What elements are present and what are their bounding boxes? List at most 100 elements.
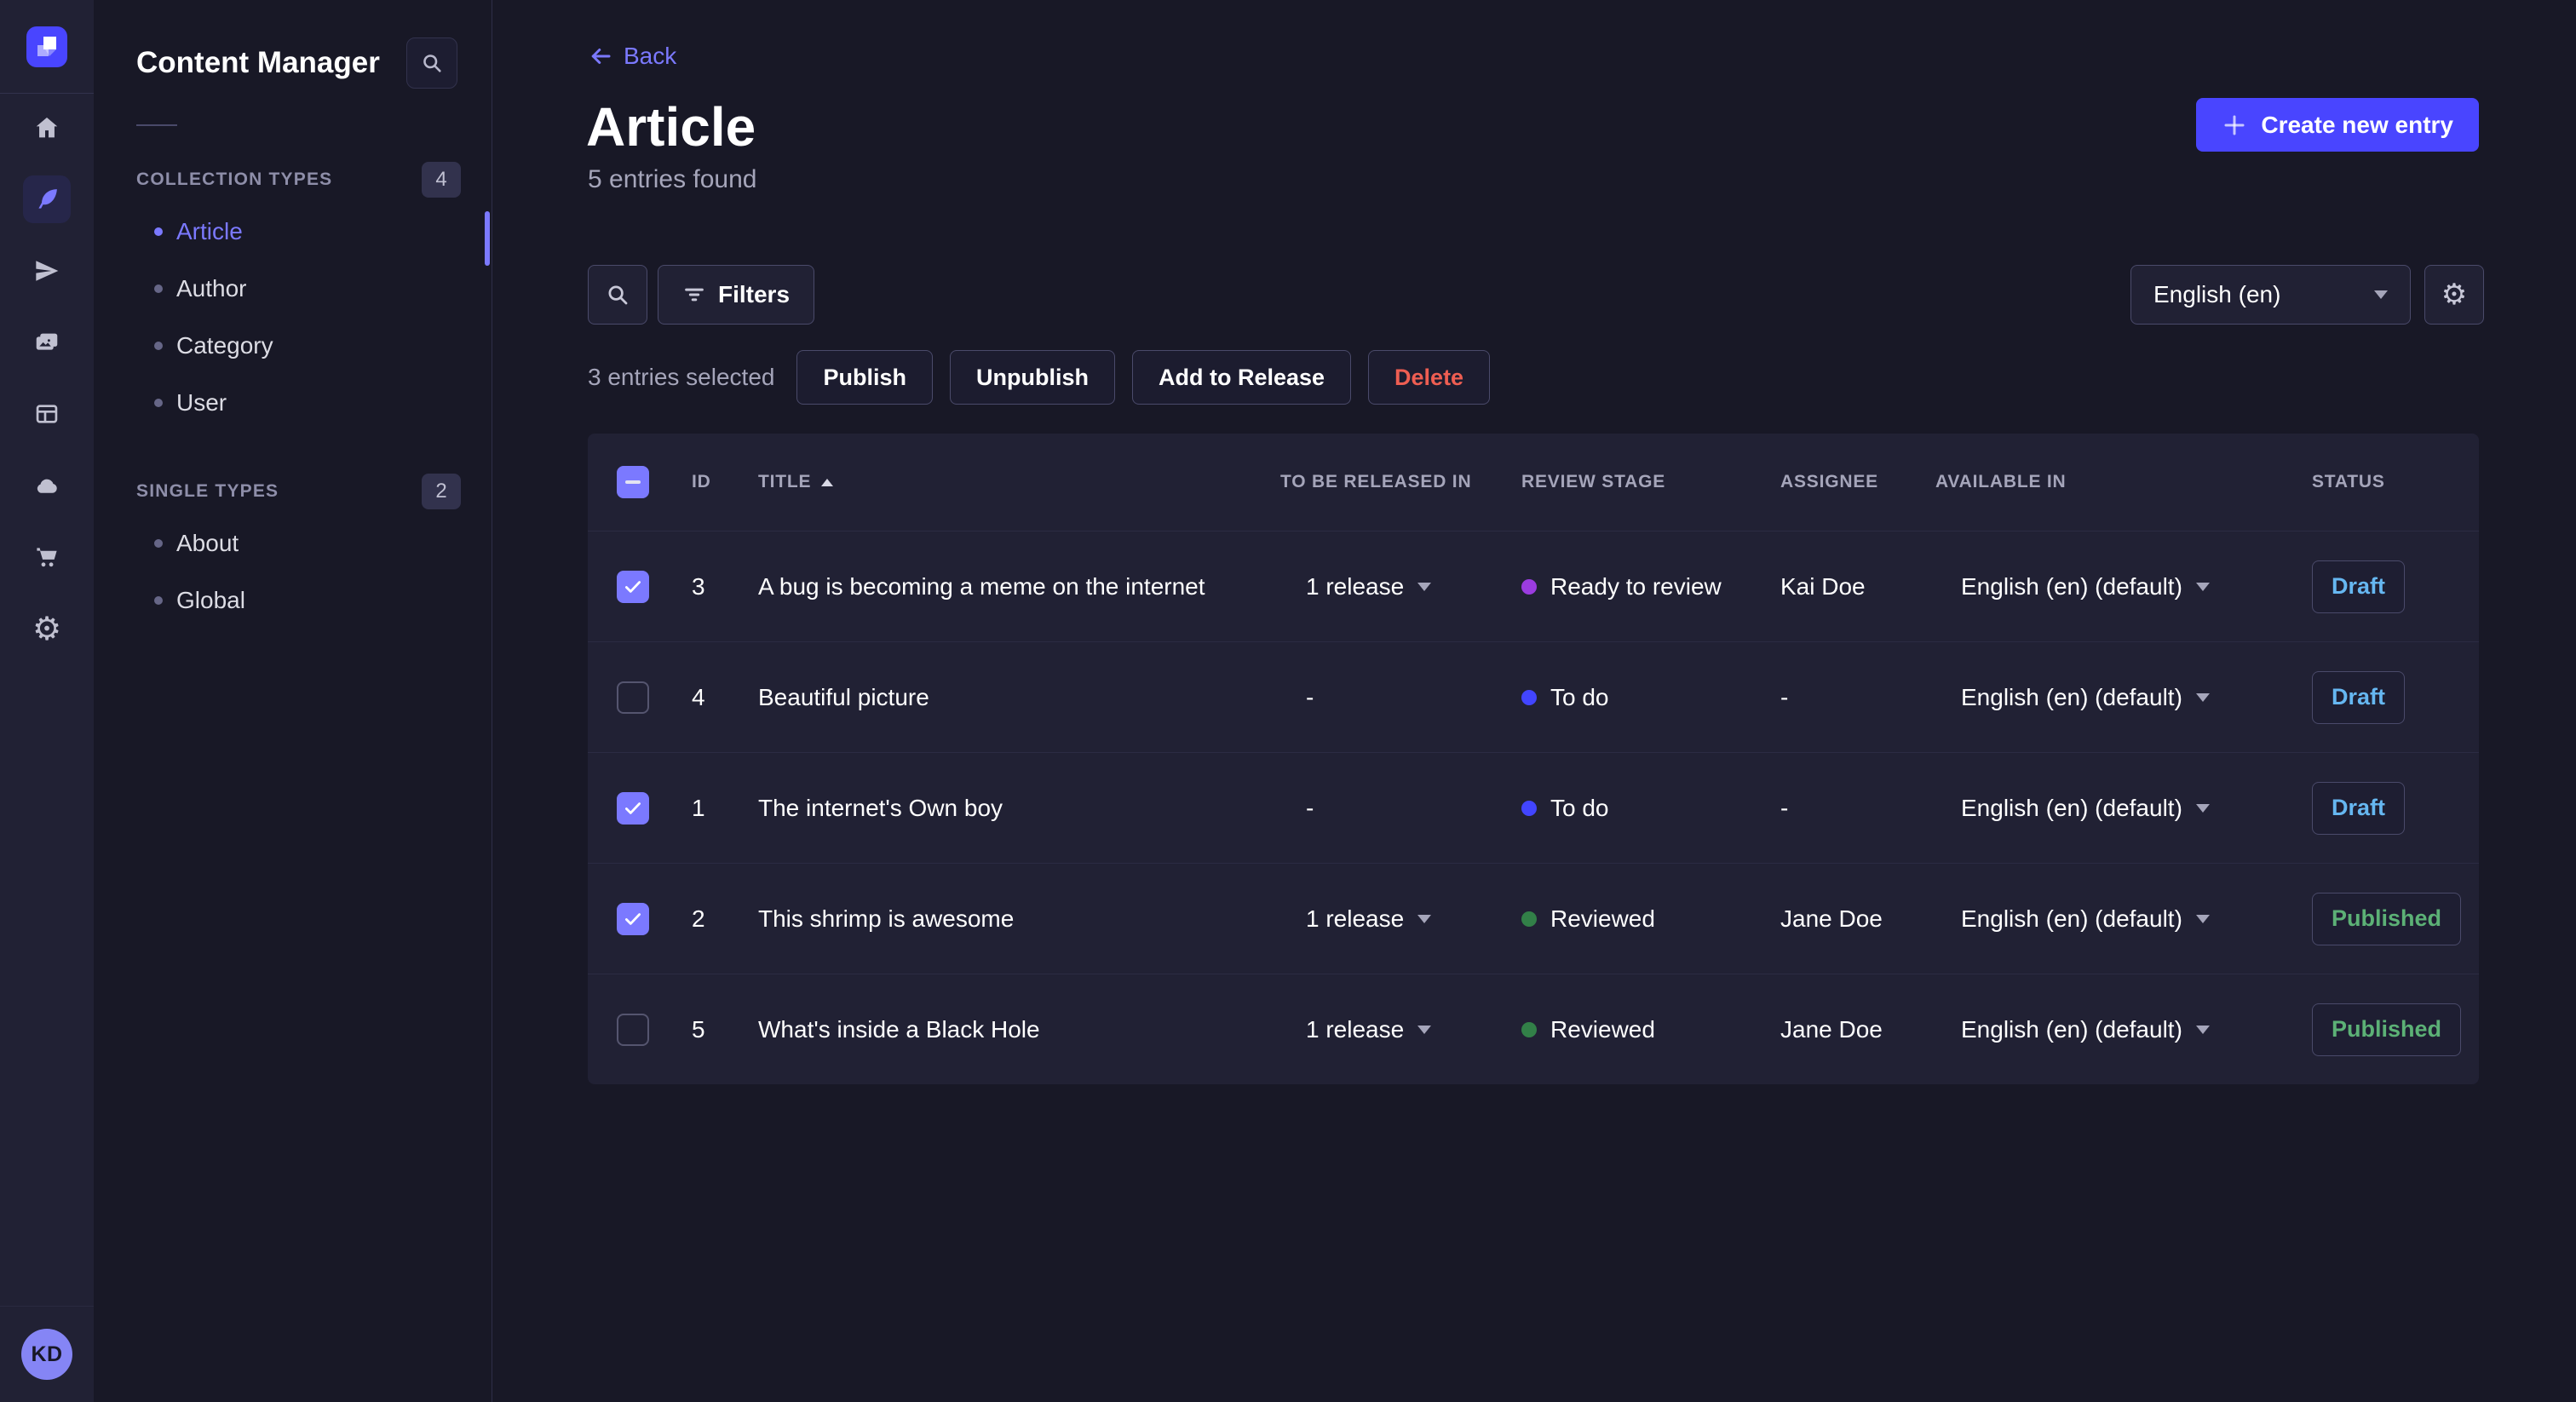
subnav-item-label: Global	[176, 586, 245, 613]
table-row[interactable]: 4 Beautiful picture - To do - English (en) (d…	[588, 641, 2479, 752]
column-header-assignee: ASSIGNEE	[1780, 472, 1878, 491]
row-checkbox[interactable]	[617, 1013, 649, 1046]
add-to-release-button[interactable]: Add to Release	[1131, 350, 1352, 405]
subnav-item-category[interactable]: Category	[94, 317, 492, 374]
subnav-item-user[interactable]: User	[94, 374, 492, 431]
locale-dropdown[interactable]: English (en) (default)	[1935, 1016, 2312, 1043]
status-badge: Draft	[2312, 781, 2406, 835]
checkbox-cell	[588, 791, 692, 825]
check-icon	[625, 580, 641, 593]
column-header-status: STATUS	[2312, 472, 2385, 491]
subnav-item-about[interactable]: About	[94, 514, 492, 572]
table-row[interactable]: 1 The internet's Own boy - To do - English (e…	[588, 752, 2479, 863]
gear-icon: ⚙	[2441, 278, 2468, 312]
chevron-down-icon	[1417, 582, 1432, 591]
assignee: -	[1780, 794, 1789, 821]
subnav-item-author[interactable]: Author	[94, 260, 492, 317]
assignee: Jane Doe	[1780, 1015, 1883, 1043]
assignee: Jane Doe	[1780, 905, 1883, 932]
gear-icon: ⚙	[32, 610, 62, 647]
locale-dropdown[interactable]: English (en) (default)	[1935, 573, 2312, 600]
row-title: What's inside a Black Hole	[758, 1015, 1040, 1043]
status-badge: Published	[2312, 1003, 2462, 1056]
filter-icon	[685, 288, 704, 302]
status-cell: Published	[2312, 892, 2479, 945]
row-id: 4	[692, 683, 705, 710]
checkbox-cell	[588, 681, 692, 714]
row-title: Beautiful picture	[758, 683, 929, 710]
review-stage: To do	[1521, 795, 1780, 822]
sidebar-item-cloud[interactable]	[23, 462, 71, 509]
select-all-checkbox[interactable]	[617, 466, 649, 498]
indeterminate-mark-icon	[625, 480, 641, 484]
release-value: 1 release	[1306, 905, 1405, 932]
row-checkbox[interactable]	[617, 791, 649, 825]
unpublish-button[interactable]: Unpublish	[949, 350, 1115, 405]
column-header-title[interactable]: TITLE	[758, 472, 1280, 492]
table-header-row: ID TITLE TO BE RELEASED IN REVIEW STAGE …	[588, 434, 2479, 531]
locale-dropdown[interactable]: English (en) (default)	[1935, 684, 2312, 711]
subnav-item-global[interactable]: Global	[94, 572, 492, 629]
stage-label: Ready to review	[1550, 572, 1722, 600]
release-dropdown[interactable]: 1 release	[1280, 573, 1521, 600]
back-link-label: Back	[624, 43, 677, 69]
main-nav-rail: ⚙ KD	[0, 0, 95, 1402]
locale-dropdown[interactable]: English (en) (default)	[1935, 905, 2312, 933]
sidebar-item-releases[interactable]	[23, 247, 71, 295]
row-checkbox[interactable]	[617, 570, 649, 603]
search-icon	[608, 285, 628, 305]
stage-label: Reviewed	[1550, 905, 1655, 932]
sidebar-item-marketplace[interactable]	[23, 533, 71, 581]
back-link[interactable]: Back	[588, 43, 676, 70]
sidebar-item-home[interactable]	[23, 104, 71, 152]
filters-button-label: Filters	[718, 281, 791, 307]
release-dropdown[interactable]: 1 release	[1280, 1016, 1521, 1043]
release-value: -	[1306, 794, 1314, 821]
bullet-dot-icon	[154, 227, 163, 236]
single-types-label: SINGLE TYPES	[136, 481, 279, 501]
bullet-dot-icon	[154, 284, 163, 293]
search-button[interactable]	[588, 265, 647, 325]
checkbox-cell	[588, 570, 692, 603]
chevron-down-icon	[2374, 290, 2388, 299]
view-settings-button[interactable]: ⚙	[2424, 265, 2484, 325]
locale-dropdown[interactable]: English (en) (default)	[1935, 795, 2312, 822]
status-badge: Draft	[2312, 560, 2406, 613]
sidebar-item-content-type-builder[interactable]	[23, 390, 71, 438]
home-icon	[36, 118, 58, 138]
table-row[interactable]: 2 This shrimp is awesome 1 release Reviewed…	[588, 863, 2479, 974]
table-row[interactable]: 3 A bug is becoming a meme on the interne…	[588, 531, 2479, 641]
subnav-search-button[interactable]	[406, 37, 457, 89]
cart-icon	[37, 548, 57, 567]
filters-button[interactable]: Filters	[658, 265, 815, 325]
single-types-count-badge: 2	[422, 474, 461, 509]
single-types-list: About Global	[94, 514, 492, 629]
create-new-entry-button[interactable]: Create new entry	[2196, 98, 2479, 152]
status-badge: Published	[2312, 892, 2462, 945]
subnav-item-article[interactable]: Article	[94, 203, 492, 260]
sidebar-item-media-library[interactable]	[23, 319, 71, 366]
table-body: 3 A bug is becoming a meme on the interne…	[588, 531, 2479, 1084]
sidebar-item-content-manager[interactable]	[23, 175, 71, 223]
bulk-actions-bar: 3 entries selected Publish Unpublish Add…	[588, 350, 1491, 405]
sidebar-item-settings[interactable]: ⚙	[23, 605, 71, 652]
stage-dot-icon	[1521, 689, 1537, 705]
locale-select[interactable]: English (en)	[2130, 265, 2411, 325]
row-checkbox[interactable]	[617, 681, 649, 714]
main-content: Back Article 5 entries found Create new …	[492, 0, 2576, 1402]
release-dropdown: -	[1280, 795, 1521, 822]
layout-icon	[36, 405, 58, 423]
publish-button[interactable]: Publish	[796, 350, 933, 405]
row-checkbox[interactable]	[617, 902, 649, 935]
table-row[interactable]: 5 What's inside a Black Hole 1 release Revi…	[588, 974, 2479, 1084]
plus-icon	[2224, 115, 2245, 135]
release-dropdown: -	[1280, 684, 1521, 711]
strapi-logo[interactable]	[26, 26, 67, 67]
delete-button[interactable]: Delete	[1368, 350, 1491, 405]
bullet-dot-icon	[154, 341, 163, 350]
release-dropdown[interactable]: 1 release	[1280, 905, 1521, 933]
user-avatar[interactable]: KD	[21, 1329, 72, 1380]
assignee: -	[1780, 683, 1789, 710]
check-icon	[625, 912, 641, 925]
content-manager-subnav: Content Manager COLLECTION TYPES 4 Artic…	[94, 0, 492, 1402]
